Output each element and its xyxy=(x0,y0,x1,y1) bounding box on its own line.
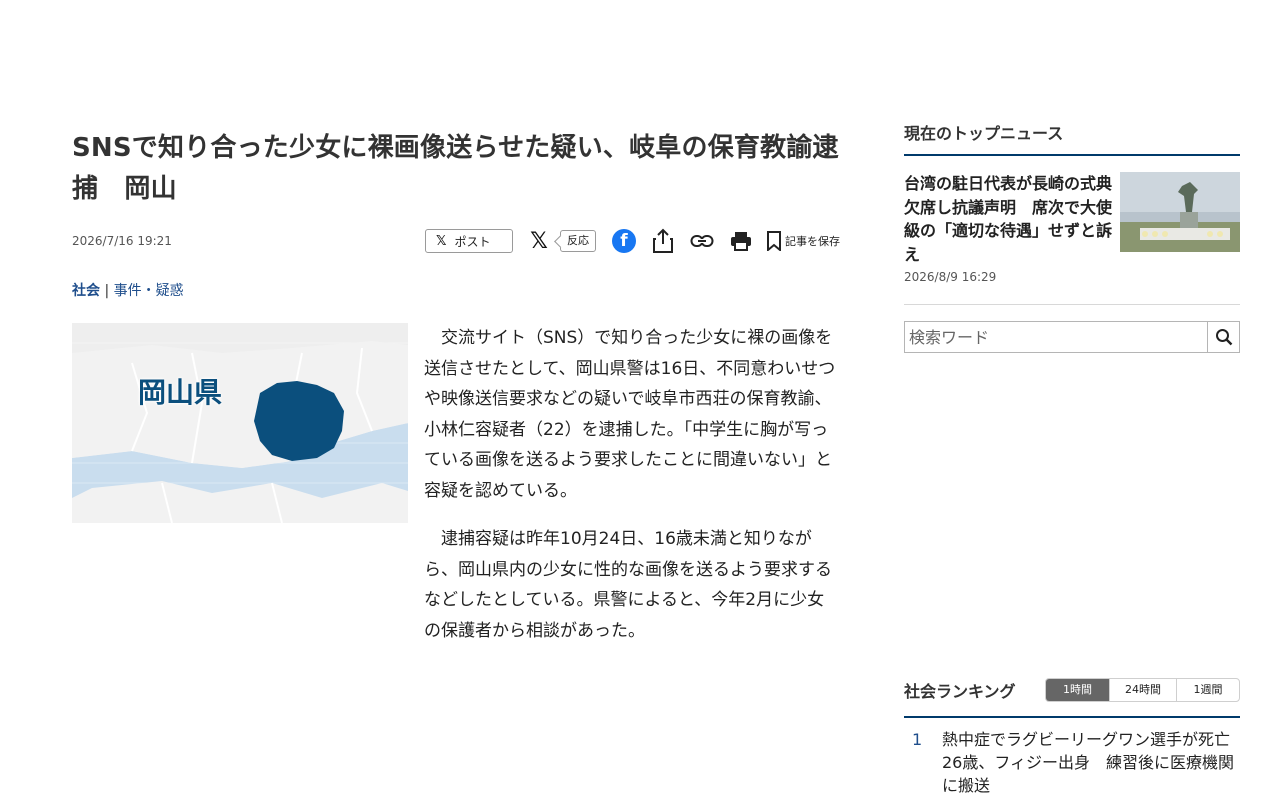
category-breadcrumb: 社会 | 事件・疑惑 xyxy=(72,280,840,300)
facebook-share-button[interactable]: f xyxy=(612,228,636,254)
x-post-button[interactable]: 𝕏 ポスト xyxy=(425,229,513,253)
ranking-section: 社会ランキング 1時間 24時間 1週間 1 熱中症でラグビーリーグワン選手が死… xyxy=(904,678,1246,797)
x-post-label: ポスト xyxy=(454,234,491,249)
share-button[interactable] xyxy=(652,228,674,254)
react-label: 反応 xyxy=(560,230,596,252)
print-icon xyxy=(731,232,751,251)
article-photo[interactable]: 岡山県 xyxy=(72,323,408,547)
print-button[interactable] xyxy=(730,228,752,254)
article-body: 岡山県 交流サイト（SNS）で知り合った少女に裸の画像を送信させたとして、岡山県… xyxy=(72,323,840,663)
top-news-heading: 現在のトップニュース xyxy=(904,120,1240,156)
save-article-button[interactable]: 記事を保存 xyxy=(766,231,840,251)
article: SNSで知り合った少女に裸画像送らせた疑い、岐阜の保育教諭逮捕 岡山 2026/… xyxy=(72,128,840,663)
top-news-item[interactable]: 台湾の駐日代表が長崎の式典欠席し抗議声明 席次で大使級の「適切な待遇」せずと訴え… xyxy=(904,172,1240,305)
top-news-text: 台湾の駐日代表が長崎の式典欠席し抗議声明 席次で大使級の「適切な待遇」せずと訴え… xyxy=(904,172,1114,284)
copy-link-button[interactable] xyxy=(690,228,714,254)
article-text: 交流サイト（SNS）で知り合った少女に裸の画像を送信させたとして、岡山県警は16… xyxy=(424,323,840,664)
ranking-tab-1h[interactable]: 1時間 xyxy=(1046,679,1109,701)
x-logo-icon: 𝕏 xyxy=(530,228,548,254)
link-icon xyxy=(690,235,714,247)
ranking-title: 社会ランキング xyxy=(904,682,1016,701)
article-paragraph: 交流サイト（SNS）で知り合った少女に裸の画像を送信させたとして、岡山県警は16… xyxy=(424,328,836,501)
top-news-date: 2026/8/9 16:29 xyxy=(904,270,997,284)
category-link-society[interactable]: 社会 xyxy=(72,283,100,299)
ranking-tab-24h[interactable]: 24時間 xyxy=(1109,679,1176,701)
ranking-number: 1 xyxy=(912,730,923,749)
map-label: 岡山県 xyxy=(138,376,223,409)
ranking-tabs: 1時間 24時間 1週間 xyxy=(1045,678,1240,702)
top-news-thumbnail[interactable] xyxy=(1120,172,1240,252)
meta-row: 2026/7/16 19:21 𝕏 ポスト 𝕏 反応 f 記事を保存 xyxy=(72,224,840,258)
article-date: 2026/7/16 19:21 xyxy=(72,234,172,248)
search-icon xyxy=(1215,329,1232,346)
category-link-incident[interactable]: 事件・疑惑 xyxy=(114,283,184,299)
x-logo-icon: 𝕏 xyxy=(436,233,447,249)
article-title: SNSで知り合った少女に裸画像送らせた疑い、岐阜の保育教諭逮捕 岡山 xyxy=(72,133,839,204)
share-bar: 𝕏 ポスト 𝕏 反応 f 記事を保存 xyxy=(425,224,840,258)
bookmark-icon xyxy=(767,231,781,251)
search-button[interactable] xyxy=(1207,321,1240,353)
search-input[interactable] xyxy=(904,321,1207,353)
facebook-icon: f xyxy=(612,229,636,253)
top-news-headline[interactable]: 台湾の駐日代表が長崎の式典欠席し抗議声明 席次で大使級の「適切な待遇」せずと訴え xyxy=(904,172,1114,266)
sidebar: 現在のトップニュース 台湾の駐日代表が長崎の式典欠席し抗議声明 席次で大使級の「… xyxy=(904,120,1240,353)
save-label: 記事を保存 xyxy=(785,235,840,248)
category-separator: | xyxy=(104,283,110,299)
statue-photo-image xyxy=(1120,172,1240,252)
share-icon xyxy=(653,228,673,253)
search-form xyxy=(904,321,1240,353)
okayama-map-image xyxy=(72,323,408,547)
article-paragraph: 逮捕容疑は昨年10月24日、16歳未満と知りながら、岡山県内の少女に性的な画像を… xyxy=(424,529,832,641)
ranking-header: 社会ランキング 1時間 24時間 1週間 xyxy=(904,678,1240,718)
ranking-tab-1w[interactable]: 1週間 xyxy=(1176,679,1239,701)
ranking-item[interactable]: 1 熱中症でラグビーリーグワン選手が死亡 26歳、フィジー出身 練習後に医療機関… xyxy=(904,728,1246,797)
x-react-button[interactable]: 𝕏 反応 xyxy=(527,229,596,254)
ranking-headline[interactable]: 熱中症でラグビーリーグワン選手が死亡 26歳、フィジー出身 練習後に医療機関に搬… xyxy=(942,728,1246,797)
